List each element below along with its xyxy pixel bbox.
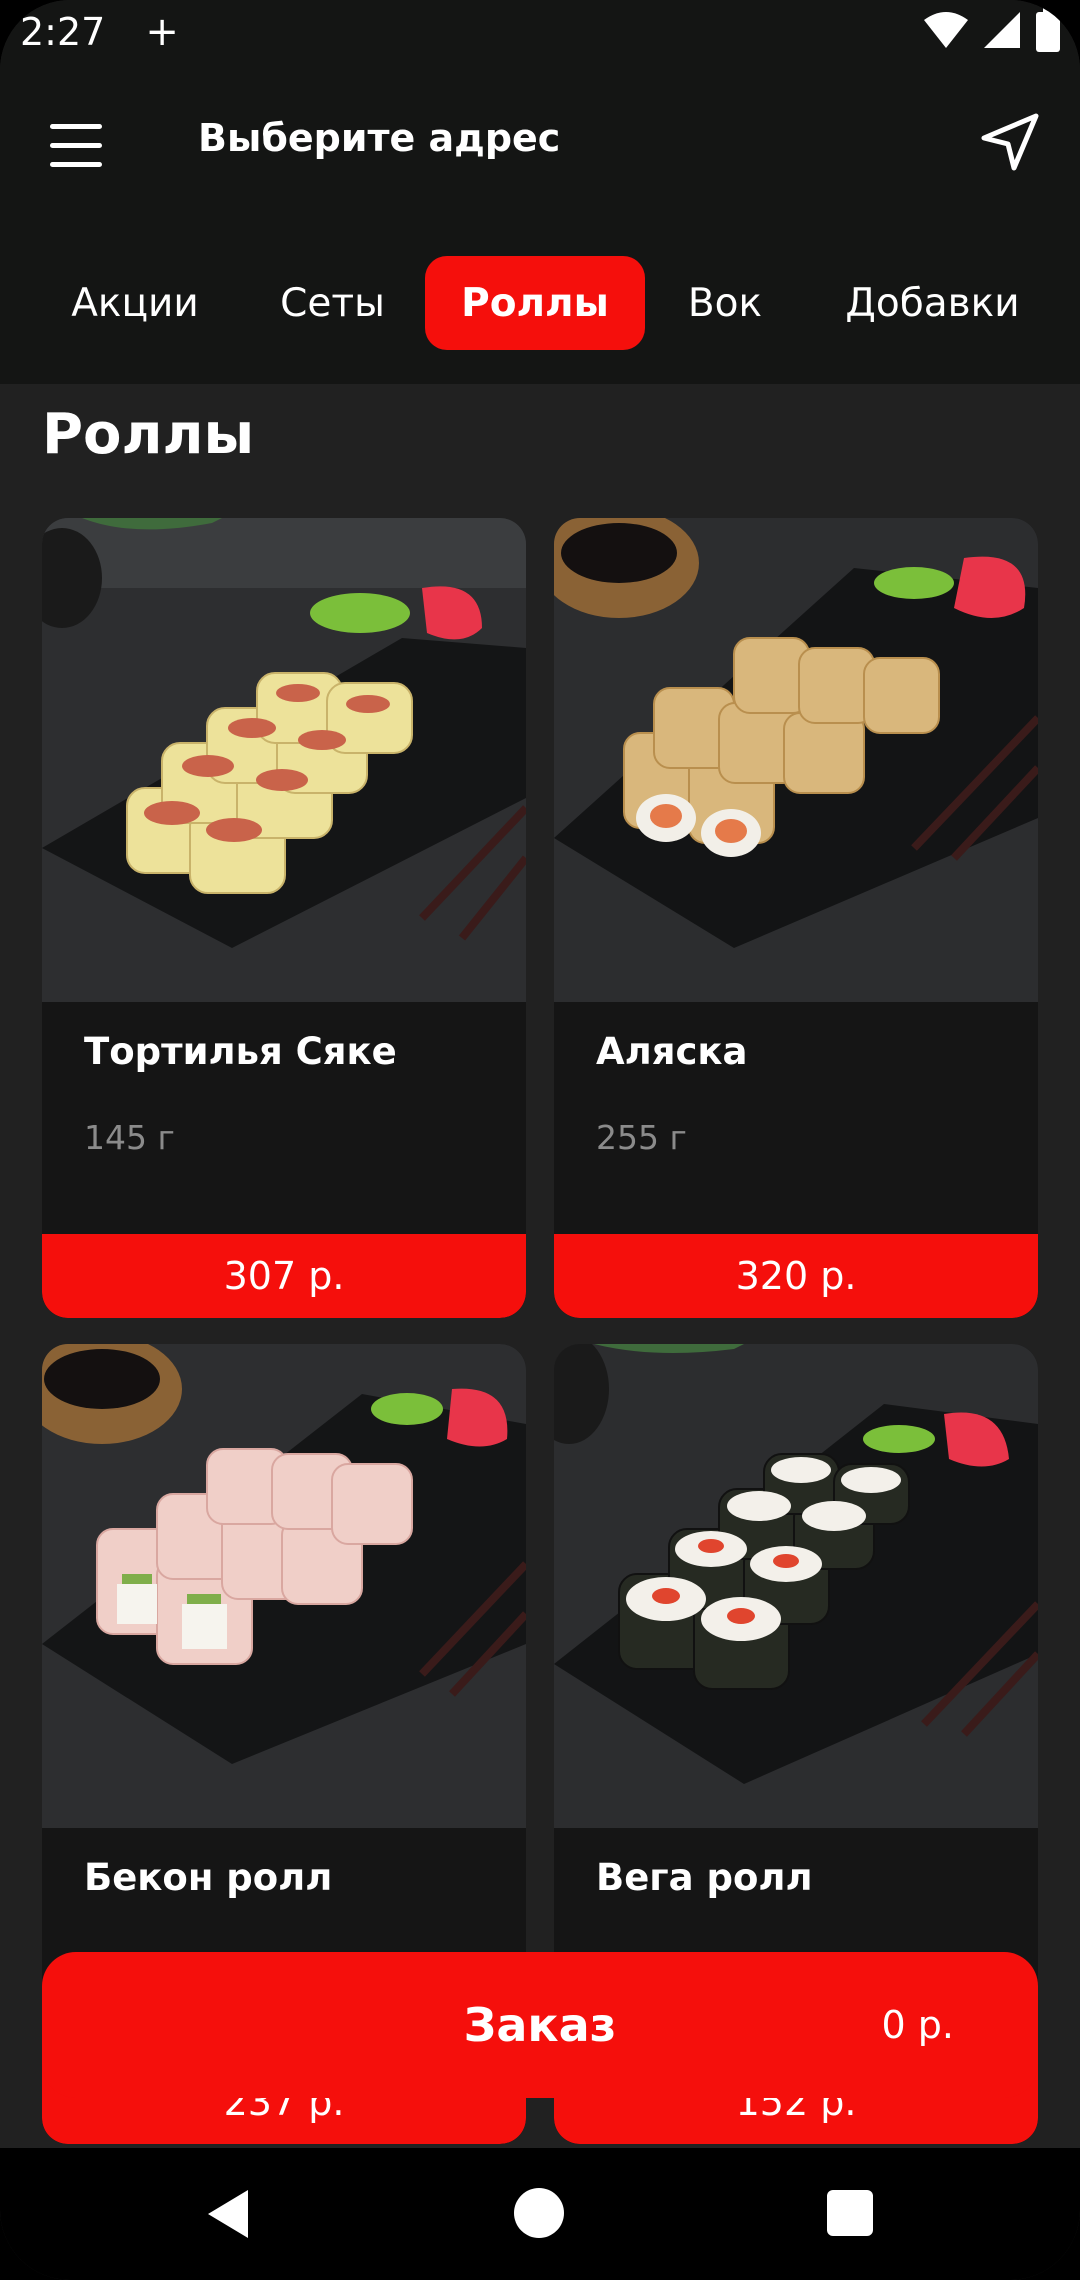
- product-weight: 145 г: [84, 1118, 175, 1157]
- status-plus-icon: +: [145, 9, 179, 55]
- product-card[interactable]: Тортилья Сяке 145 г 307 р.: [42, 518, 526, 1318]
- product-name: Бекон ролл: [84, 1856, 333, 1899]
- product-name: Тортилья Сяке: [84, 1030, 397, 1073]
- product-name: Аляска: [596, 1030, 748, 1073]
- battery-icon: [1036, 8, 1060, 52]
- product-card[interactable]: Аляска 255 г 320 р.: [554, 518, 1038, 1318]
- order-total: 0 р.: [881, 2003, 954, 2047]
- system-nav-bar: [0, 2148, 1080, 2280]
- status-time: 2:27: [20, 10, 106, 54]
- product-image: [42, 518, 526, 1002]
- order-button[interactable]: Заказ 0 р.: [42, 1952, 1038, 2098]
- address-selector[interactable]: Выберите адрес: [198, 116, 560, 160]
- home-icon[interactable]: [514, 2188, 564, 2238]
- product-name: Вега ролл: [596, 1856, 813, 1899]
- tab-rolly[interactable]: Роллы: [425, 256, 645, 350]
- tab-sety[interactable]: Сеты: [270, 256, 395, 350]
- tab-dobavki[interactable]: Добавки: [835, 256, 1030, 350]
- tab-vok[interactable]: Вок: [675, 256, 775, 350]
- back-icon[interactable]: [200, 2186, 256, 2242]
- status-bar: 2:27 +: [0, 0, 1080, 64]
- app-header: Выберите адрес Акции Сеты Роллы Вок Доба…: [0, 64, 1080, 384]
- status-icons: [924, 8, 1060, 52]
- product-price-button[interactable]: 320 р.: [554, 1234, 1038, 1318]
- product-image: [554, 518, 1038, 1002]
- tab-aktsii[interactable]: Акции: [60, 256, 210, 350]
- signal-icon: [984, 12, 1020, 48]
- product-image: [554, 1344, 1038, 1828]
- section-title: Роллы: [42, 402, 255, 467]
- navigation-arrow-icon[interactable]: [978, 110, 1042, 174]
- product-price-button[interactable]: 307 р.: [42, 1234, 526, 1318]
- wifi-icon: [924, 12, 968, 48]
- hamburger-menu-icon[interactable]: [50, 124, 104, 168]
- app-screen: 2:27 + Выберите адрес Акции Сеты Роллы В…: [0, 0, 1080, 2280]
- product-image: [42, 1344, 526, 1828]
- product-weight: 255 г: [596, 1118, 687, 1157]
- category-tabs: Акции Сеты Роллы Вок Добавки: [0, 256, 1080, 352]
- recents-icon[interactable]: [827, 2190, 873, 2236]
